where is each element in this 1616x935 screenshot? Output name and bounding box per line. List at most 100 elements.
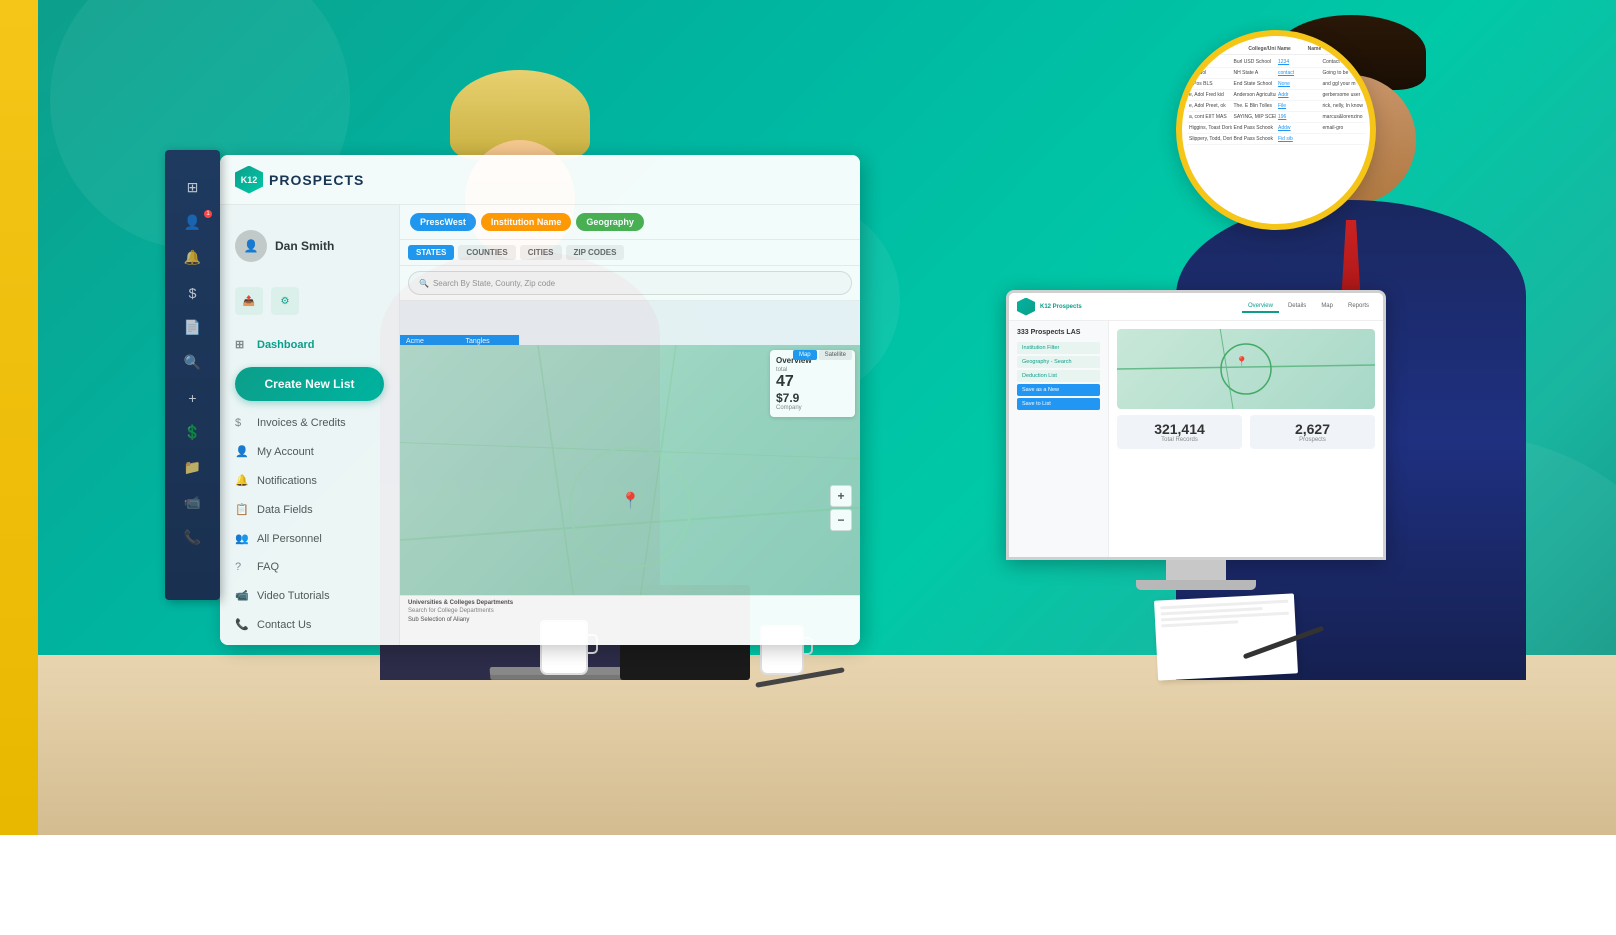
- map-view-btn[interactable]: Map: [793, 350, 817, 360]
- sidebar-doc-icon[interactable]: 📄: [165, 310, 220, 345]
- monitor-filter-list: Institution Filter Geography - Search De…: [1017, 342, 1100, 410]
- sidebar-notification-icon[interactable]: 👤 1: [165, 205, 220, 240]
- geo-filter-counties[interactable]: COUNTIES: [458, 245, 515, 260]
- overview-company-label: Company: [776, 405, 849, 411]
- nav-item-contact[interactable]: 📞 Contact Us: [220, 610, 399, 639]
- bottom-label-institutions: Universities & Colleges Departments: [408, 600, 852, 606]
- notification-badge: 1: [204, 210, 212, 218]
- nav-item-data-fields[interactable]: 📋 Data Fields: [220, 495, 399, 524]
- app-bottom-bar: Universities & Colleges Departments Sear…: [400, 595, 860, 645]
- monitor-map-pin: 📍: [1236, 357, 1248, 368]
- monitor-tab-overview[interactable]: Overview: [1242, 301, 1279, 313]
- overview-price: $7.9: [776, 391, 849, 405]
- left-accent-bar: [0, 0, 38, 835]
- account-icon: 👤: [235, 445, 249, 458]
- nav-icon-row: 📤 ⚙: [220, 282, 399, 320]
- monitor-map-svg: [1117, 329, 1375, 409]
- monitor-stat1-num: 321,414: [1123, 421, 1236, 437]
- circle-table-inner: First Name College/Uni Name Name Hta, do…: [1182, 36, 1370, 224]
- monitor-left-panel: 333 Prospects LAS Institution Filter Geo…: [1009, 321, 1109, 557]
- app-header: K12 PROSPECTS: [220, 155, 860, 205]
- table-row: Slippery, Todd, Doris Fa Bnd Pass Schook…: [1187, 134, 1365, 145]
- monitor-filter-deduction[interactable]: Deduction List: [1017, 370, 1100, 382]
- monitor-stat-records: 321,414 Total Records: [1117, 415, 1242, 449]
- table-row: a, cont EIIT MAS SAYING, MIP SCENE 196 m…: [1187, 112, 1365, 123]
- desk-surface: [38, 655, 1616, 835]
- nav-item-dashboard[interactable]: ⊞ Dashboard: [220, 330, 399, 359]
- nav-share-icon[interactable]: 📤: [235, 287, 263, 315]
- nav-item-logout[interactable]: ⏻ Logout: [220, 639, 399, 645]
- sidebar-bell-icon[interactable]: 🔔: [165, 240, 220, 275]
- zoom-out-button[interactable]: −: [830, 509, 852, 531]
- monitor-save-new[interactable]: Save as a New: [1017, 384, 1100, 396]
- nav-item-all-personnel[interactable]: 👥 All Personnel: [220, 524, 399, 553]
- nav-item-notifications[interactable]: 🔔 Notifications: [220, 466, 399, 495]
- monitor-tab-details[interactable]: Details: [1282, 301, 1312, 313]
- monitor-logo: [1017, 298, 1035, 316]
- app-logo: K12 PROSPECTS: [235, 166, 364, 194]
- table-row: Higgins, Toast Doris Ra End Pass Schook …: [1187, 123, 1365, 134]
- create-new-list-button[interactable]: Create New List: [235, 367, 384, 401]
- monitor-nav-tabs: Overview Details Map Reports: [1242, 301, 1375, 313]
- monitor-save-list[interactable]: Save to List: [1017, 398, 1100, 410]
- nav-item-faq[interactable]: ? FAQ: [220, 553, 399, 581]
- table-row: d Pos BLS End State School None and ggl …: [1187, 79, 1365, 90]
- nav-item-video[interactable]: 📹 Video Tutorials: [220, 581, 399, 610]
- monitor-tab-reports[interactable]: Reports: [1342, 301, 1375, 313]
- dashboard-icon: ⊞: [235, 338, 249, 351]
- map-view-toggle: Map Satellite: [793, 350, 852, 360]
- icon-sidebar: ⊞ 👤 1 🔔 $ 📄 🔍 + 💲 📁 📹 📞: [165, 150, 220, 600]
- sidebar-dollar-icon[interactable]: $: [165, 275, 220, 310]
- monitor-stats-row: 321,414 Total Records 2,627 Prospects: [1117, 415, 1375, 449]
- sidebar-plus-icon[interactable]: +: [165, 380, 220, 415]
- zoom-in-button[interactable]: +: [830, 485, 852, 507]
- monitor-base: [1136, 580, 1256, 590]
- nav-avatar: 👤: [235, 230, 267, 262]
- faq-icon: ?: [235, 561, 249, 573]
- geo-filter-cities[interactable]: CITIES: [520, 245, 562, 260]
- sidebar-files-icon[interactable]: 📁: [165, 450, 220, 485]
- satellite-view-btn[interactable]: Satellite: [819, 350, 852, 360]
- table-row: e, Adol Preet, ok The. E Blin Tolles Fil…: [1187, 101, 1365, 112]
- monitor-header: K12 Prospects Overview Details Map Repor…: [1009, 293, 1383, 321]
- bottom-label-sub: Sub Selection of Aliany: [408, 617, 852, 623]
- geo-filter-row: STATES COUNTIES CITIES ZIP CODES: [400, 240, 860, 266]
- nav-item-account[interactable]: 👤 My Account: [220, 437, 399, 466]
- map-zoom-controls: + −: [830, 485, 852, 531]
- monitor-brand: K12 Prospects: [1040, 304, 1082, 310]
- monitor-filter-institution[interactable]: Institution Filter: [1017, 342, 1100, 354]
- geo-filter-zip[interactable]: ZIP CODES: [566, 245, 625, 260]
- table-row: Hta, dol Burl USD School 1234 Contact th…: [1187, 57, 1365, 68]
- app-left-nav: 👤 Dan Smith 📤 ⚙ ⊞ Dashboard Create New L…: [220, 205, 400, 645]
- overview-count: 47: [776, 373, 849, 391]
- data-fields-icon: 📋: [235, 503, 249, 516]
- monitor-tab-map[interactable]: Map: [1315, 301, 1339, 313]
- table-row: e, Adol Fred kid Anderson Agriculture Ad…: [1187, 90, 1365, 101]
- app-mockup: K12 PROSPECTS 👤 Dan Smith 📤 ⚙ ⊞ Dashboar…: [220, 155, 860, 645]
- monitor-right-panel: 📍 321,414 Total Records 2,627 Prospects: [1109, 321, 1383, 557]
- sidebar-search-icon[interactable]: 🔍: [165, 345, 220, 380]
- circle-table-mockup: First Name College/Uni Name Name Hta, do…: [1176, 30, 1376, 230]
- tab-institution[interactable]: Institution Name: [481, 213, 572, 231]
- sidebar-grid-icon[interactable]: ⊞: [165, 170, 220, 205]
- sidebar-dollar2-icon[interactable]: 💲: [165, 415, 220, 450]
- sidebar-video-icon[interactable]: 📹: [165, 485, 220, 520]
- tab-geography[interactable]: Geography: [576, 213, 644, 231]
- map-pin: 📍: [621, 491, 641, 511]
- monitor-filter-geography[interactable]: Geography - Search: [1017, 356, 1100, 368]
- sidebar-phone-icon[interactable]: 📞: [165, 520, 220, 555]
- bottom-label-search: Search for College Departments: [408, 608, 852, 614]
- monitor-content: 333 Prospects LAS Institution Filter Geo…: [1009, 321, 1383, 557]
- papers-on-desk: [1154, 593, 1298, 680]
- tab-prescwest[interactable]: PrescWest: [410, 213, 476, 231]
- notifications-icon: 🔔: [235, 474, 249, 487]
- monitor-stat2-label: Prospects: [1256, 437, 1369, 443]
- video-icon: 📹: [235, 589, 249, 602]
- nav-username: Dan Smith: [275, 239, 334, 253]
- geo-filter-states[interactable]: STATES: [408, 245, 454, 260]
- monitor-stat1-label: Total Records: [1123, 437, 1236, 443]
- nav-settings-icon[interactable]: ⚙: [271, 287, 299, 315]
- overview-panel: Overview total 47 $7.9 Company: [770, 350, 855, 417]
- table-row: Hta, dol NH State A contact Going to be: [1187, 68, 1365, 79]
- nav-item-invoices[interactable]: $ Invoices & Credits: [220, 409, 399, 437]
